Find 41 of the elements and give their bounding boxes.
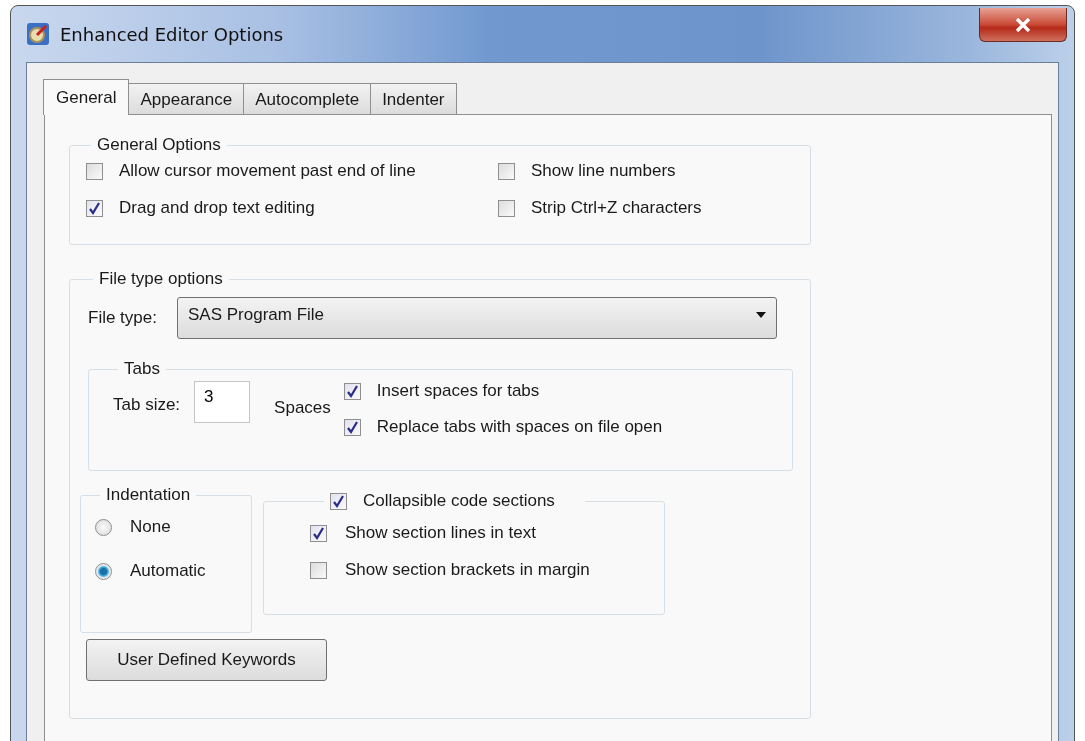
checkbox[interactable] [498,199,515,217]
checkbox[interactable] [498,162,515,180]
tab[interactable]: Appearance [128,83,245,114]
group-title: File type options [98,269,224,289]
units-label: Spaces [274,398,331,418]
checkbox-label: Drag and drop text editing [119,198,315,218]
caret-icon [756,312,766,318]
checkbox-label: Show line numbers [531,161,676,181]
window-title: Enhanced Editor Options [60,23,284,45]
checkbox-label: Strip Ctrl+Z characters [531,198,702,218]
group-title: Indentation [105,485,192,505]
tab[interactable]: Indenter [370,83,457,114]
user-defined-keywords-button[interactable]: User Defined Keywords [86,639,327,681]
checkbox[interactable] [310,561,327,579]
checkbox-label: Show section lines in text [345,523,536,543]
checkbox-label: Replace tabs with spaces on file open [376,417,663,437]
checkbox[interactable] [343,418,361,436]
checkbox[interactable] [86,199,103,217]
checkbox[interactable] [330,492,347,510]
field-label: File type: [88,308,157,328]
checkbox-label: Insert spaces for tabs [376,381,540,401]
file-type-dropdown[interactable]: SAS Program File [177,297,777,339]
checkbox-label: Collapsible code sections [363,491,555,511]
tab[interactable]: General [43,79,130,115]
checkbox-label: Show section brackets in margin [345,560,590,580]
tab[interactable]: Autocomplete [243,83,372,114]
radio-label: Automatic [130,561,206,581]
checkbox-label: Allow cursor movement past end of line [119,161,416,181]
group-title: General Options [96,135,222,155]
radio-label: None [130,517,171,537]
app-icon [26,22,50,46]
checkbox[interactable] [343,382,361,400]
close-icon [1015,17,1031,32]
checkbox[interactable] [310,524,327,542]
radio-button[interactable] [95,518,112,536]
group-title: Tabs [123,359,161,379]
radio-button[interactable] [95,562,112,580]
checkbox[interactable] [86,162,103,180]
field-label: Tab size: [113,395,181,415]
tab-size-field[interactable]: 3 [194,381,251,423]
close-button[interactable] [979,8,1067,42]
